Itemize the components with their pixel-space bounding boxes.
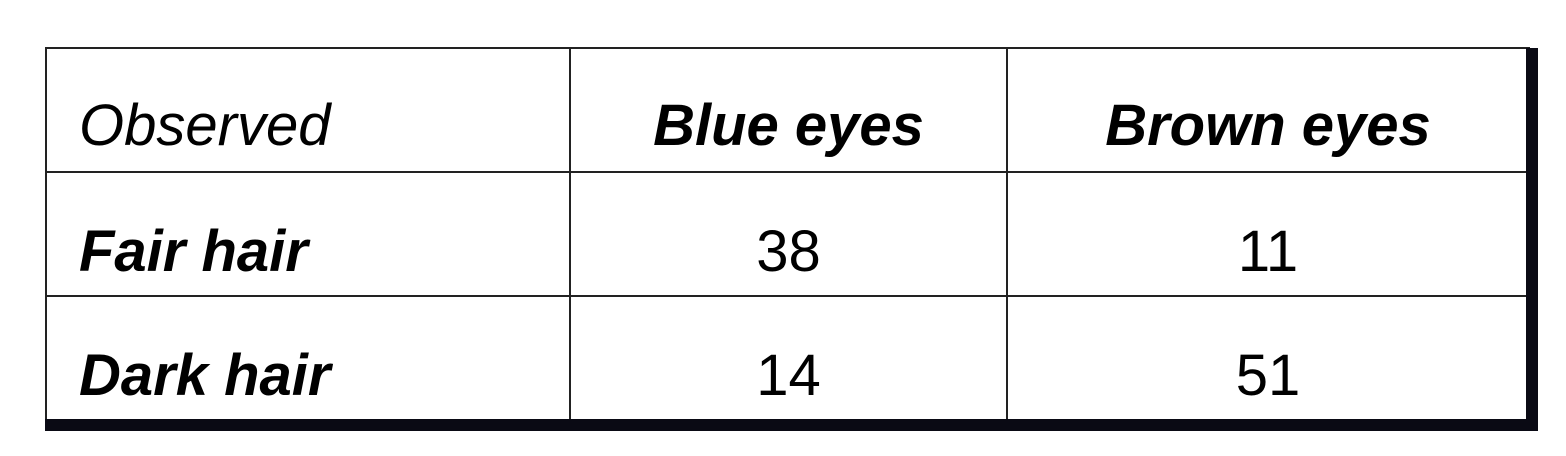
column-header-blue-eyes: Blue eyes [569,47,1008,173]
contingency-table-wrapper: Observed Blue eyes Brown eyes Fair hair … [45,47,1538,431]
cell-dark-brown: 51 [1006,295,1530,421]
corner-label: Observed [45,47,571,173]
contingency-table: Observed Blue eyes Brown eyes Fair hair … [45,47,1530,421]
row-header-dark-hair: Dark hair [45,295,571,421]
table-row: Dark hair 14 51 [45,295,1530,421]
column-header-brown-eyes: Brown eyes [1006,47,1530,173]
cell-fair-brown: 11 [1006,171,1530,297]
cell-fair-blue: 38 [569,171,1008,297]
header-row: Observed Blue eyes Brown eyes [45,47,1530,173]
table-border-bottom [45,419,1538,431]
row-header-fair-hair: Fair hair [45,171,571,297]
table-row: Fair hair 38 11 [45,171,1530,297]
cell-dark-blue: 14 [569,295,1008,421]
table-border-right [1526,48,1538,431]
